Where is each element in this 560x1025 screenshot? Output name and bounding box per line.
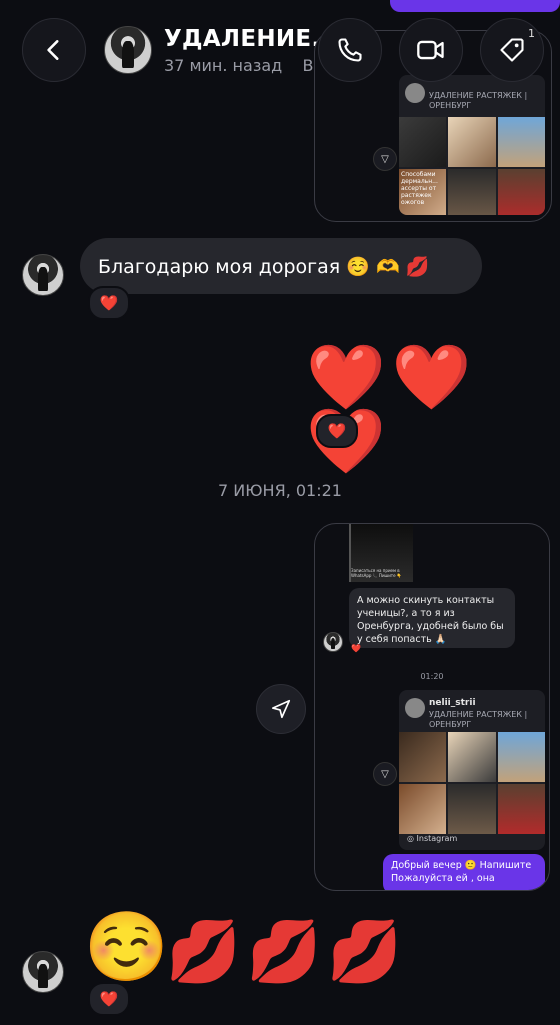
share-forward-icon[interactable]: ▽ <box>373 147 397 171</box>
reaction-badge[interactable]: ❤️ <box>316 414 358 448</box>
video-camera-icon <box>417 40 444 60</box>
forward-button[interactable] <box>256 684 306 734</box>
message-bubble-thanks[interactable]: Благодарю моя дорогая ☺️ 🫶 💋 <box>80 238 482 294</box>
chevron-left-icon <box>47 40 59 60</box>
smiling-emoji-message[interactable]: ☺️ <box>84 914 169 982</box>
shared-screenshot-card[interactable]: Записаться на прием в WhatsApp 📞 Пишите … <box>314 523 550 891</box>
screenshot-profile-preview: nelii_strii УДАЛЕНИЕ РАСТЯЖЕК | ОРЕНБУРГ… <box>399 690 545 850</box>
date-divider: 7 ИЮНЯ, 01:21 <box>218 481 342 500</box>
tag-icon <box>500 38 524 62</box>
sender-avatar[interactable] <box>22 951 64 993</box>
screenshot-reply-bubble: Добрый вечер 🙂 Напишите Пожалуйста ей , … <box>383 854 545 890</box>
hearts-emoji-message[interactable]: ❤️❤️❤️ <box>306 346 560 474</box>
share-forward-icon: ▽ <box>373 762 397 786</box>
last-seen-text: 37 мин. назад <box>164 56 283 75</box>
last-seen-status: 37 мин. назад В <box>164 56 314 75</box>
tag-button[interactable]: 1 <box>480 18 544 82</box>
post-avatar <box>405 698 425 718</box>
message-text: Благодарю моя дорогая ☺️ 🫶 💋 <box>98 255 430 278</box>
chat-title[interactable]: УДАЛЕНИЕ... <box>164 26 339 52</box>
video-call-button[interactable] <box>399 18 463 82</box>
tag-badge: 1 <box>528 27 535 40</box>
top-accent-strip <box>390 0 560 12</box>
instagram-label: ◎ Instagram <box>407 834 458 843</box>
chat-avatar[interactable] <box>104 26 152 74</box>
post-bio: УДАЛЕНИЕ РАСТЯЖЕК | ОРЕНБУРГ <box>429 710 528 729</box>
screenshot-reaction: ❤️ <box>351 644 361 653</box>
post-image-grid <box>399 732 545 834</box>
shared-post-preview[interactable]: УДАЛЕНИЕ РАСТЯЖЕК | ОРЕНБУРГ Способами д… <box>399 75 545 215</box>
sender-avatar[interactable] <box>22 254 64 296</box>
instagram-label-text: Instagram <box>416 834 458 843</box>
screenshot-question-bubble: А можно скинуть контакты ученицы?, а то … <box>349 588 515 648</box>
post-avatar <box>405 83 425 103</box>
screenshot-caption: Записаться на прием в WhatsApp 📞 Пишите … <box>351 568 402 578</box>
post-cell-caption: Способами дермальн... ассерты от растяже… <box>399 169 447 215</box>
reaction-badge[interactable]: ❤️ <box>88 982 130 1016</box>
kisses-emoji-message[interactable]: 💋💋💋 <box>166 922 408 982</box>
paper-plane-icon <box>271 699 291 719</box>
post-username: nelii_strii <box>429 698 476 708</box>
voice-call-button[interactable] <box>318 18 382 82</box>
post-image-grid: Способами дермальн... ассерты от растяже… <box>399 117 545 215</box>
post-bio: УДАЛЕНИЕ РАСТЯЖЕК | ОРЕНБУРГ <box>429 91 528 110</box>
reaction-badge[interactable]: ❤️ <box>88 286 130 320</box>
status-overflow-text: В <box>302 56 314 75</box>
back-button[interactable] <box>22 18 86 82</box>
screenshot-sender-avatar <box>323 632 343 652</box>
screenshot-time: 01:20 <box>420 672 444 681</box>
phone-icon <box>338 38 362 62</box>
screenshot-image: Записаться на прием в WhatsApp 📞 Пишите … <box>349 524 413 582</box>
